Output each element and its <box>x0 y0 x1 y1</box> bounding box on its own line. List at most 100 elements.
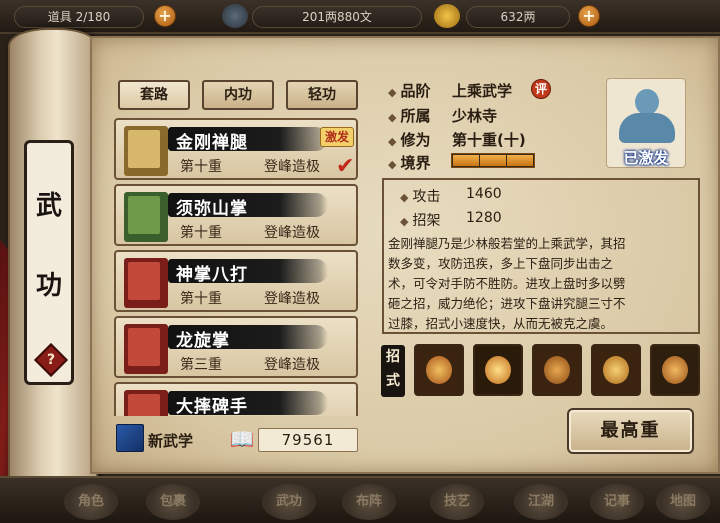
inventory-counter: 道具 2/180 <box>14 6 144 28</box>
skill-level: 第十重 <box>180 291 222 307</box>
rate-badge[interactable]: 评 <box>531 79 551 99</box>
inventory-label: 道具 <box>47 10 72 24</box>
sect-label: 所属 <box>400 107 431 125</box>
skill-grade: 登峰造极 <box>264 225 320 241</box>
skill-card[interactable]: 神掌八打 第十重 登峰造极 <box>114 250 358 312</box>
add-inventory-button[interactable]: + <box>154 5 176 27</box>
skill-level: 第十重 <box>180 225 222 241</box>
realm-label: 境界 <box>400 154 431 172</box>
parry-stat: ◆ 招架 1280 <box>400 210 502 230</box>
selected-check-icon: ✔ <box>336 154 355 179</box>
skill-book-icon <box>124 390 168 416</box>
kick-move-icon[interactable] <box>414 344 464 396</box>
skill-book-icon <box>124 192 168 242</box>
rank-label: 品阶 <box>400 82 431 100</box>
meditate-move-icon[interactable] <box>650 344 700 396</box>
silver-counter: 201两880文 <box>252 6 422 28</box>
nav-skills[interactable]: 技艺 <box>430 484 484 520</box>
gold-counter: 632两 <box>466 6 570 28</box>
tab-routines[interactable]: 套路 <box>118 80 190 110</box>
realm-row: ◆ 境界 <box>388 152 430 173</box>
gold-value: 632两 <box>500 10 536 24</box>
new-skill-label: 新武学 <box>148 432 194 450</box>
realm-segment <box>453 155 479 166</box>
description-line: 砸之招，威力绝伦；进攻下盘讲究腿三寸不 <box>388 296 626 311</box>
silver-icon <box>222 4 248 28</box>
skill-list[interactable]: 金刚禅腿 激发 第十重 登峰造极 ✔ 须弥山掌 第十重 登峰造极 神掌八打 第十… <box>114 118 359 416</box>
nav-journal[interactable]: 记事 <box>590 484 644 520</box>
skill-name: 龙旋掌 <box>176 331 230 351</box>
new-skill-book-icon <box>116 424 144 452</box>
diamond-bullet-icon: ◆ <box>388 158 397 171</box>
monk-head-icon <box>635 89 659 115</box>
cultivation-row: ◆ 修为 第十重(十) <box>388 129 526 150</box>
attack-value: 1460 <box>466 186 502 202</box>
sect-row: ◆ 所属 少林寺 <box>388 105 497 126</box>
nav-formation[interactable]: 布阵 <box>342 484 396 520</box>
rank-value: 上乘武学 <box>452 82 513 100</box>
nav-character[interactable]: 角色 <box>64 484 118 520</box>
skill-book-icon <box>124 126 168 176</box>
max-level-button[interactable]: 最高重 <box>567 408 694 454</box>
description-line: 数多变，攻防迅疾，多上下盘同步出击之 <box>388 256 614 271</box>
leap-move-icon[interactable] <box>532 344 582 396</box>
skill-card[interactable]: 大摔碑手 <box>114 382 358 416</box>
diamond-bullet-icon: ◆ <box>388 135 397 148</box>
moves-label: 招式 <box>381 345 405 397</box>
open-book-icon: 📖 <box>229 427 255 451</box>
skill-name: 须弥山掌 <box>176 199 248 219</box>
activated-badge: 激发 <box>320 127 354 147</box>
skill-grade: 登峰造极 <box>264 357 320 373</box>
stats-box: ◆ 攻击 1460 ◆ 招架 1280 <box>382 178 700 234</box>
section-title-char-1: 武 <box>35 191 62 221</box>
parry-label: 招架 <box>412 213 441 229</box>
realm-segment <box>507 155 533 166</box>
skill-level: 第十重 <box>180 159 222 175</box>
skill-book-icon <box>124 258 168 308</box>
skill-name: 金刚禅腿 <box>176 133 248 153</box>
gold-ingot-icon <box>434 4 460 28</box>
bottom-nav: 角色 包裹 武功 布阵 技艺 江湖 记事 地图 <box>0 476 720 523</box>
attack-stat: ◆ 攻击 1460 <box>400 186 502 206</box>
description-line: 术，可令对手防不胜防。进攻上盘时多以劈 <box>388 276 626 291</box>
silver-value: 201两880文 <box>302 10 372 24</box>
monk-body-icon <box>619 113 675 143</box>
diamond-bullet-icon: ◆ <box>388 111 397 124</box>
nav-bag[interactable]: 包裹 <box>146 484 200 520</box>
inventory-value: 2/180 <box>75 10 111 24</box>
add-gold-button[interactable]: + <box>578 5 600 27</box>
tab-inner-power[interactable]: 内功 <box>202 80 274 110</box>
spin-move-icon[interactable] <box>591 344 641 396</box>
fire-move-icon[interactable] <box>473 344 523 396</box>
skill-name: 大摔碑手 <box>176 397 248 416</box>
diamond-bullet-icon: ◆ <box>388 86 397 99</box>
skill-card[interactable]: 龙旋掌 第三重 登峰造极 <box>114 316 358 378</box>
sect-value: 少林寺 <box>452 107 498 125</box>
skill-grade: 登峰造极 <box>264 291 320 307</box>
cultivation-label: 修为 <box>400 131 431 149</box>
section-title-char-2: 功 <box>35 271 62 301</box>
nav-martial-arts[interactable]: 武功 <box>262 484 316 520</box>
skill-name: 神掌八打 <box>176 265 248 285</box>
description-line: 金刚禅腿乃是少林般若堂的上乘武学，其招 <box>388 236 626 251</box>
top-resource-bar: 道具 2/180 + 201两880文 632两 + <box>0 0 720 34</box>
nav-map[interactable]: 地图 <box>656 484 710 520</box>
description-line: 过膝，招式小速度快，从而无被克之虞。 <box>388 316 614 331</box>
diamond-bullet-icon: ◆ <box>400 191 409 204</box>
skill-card[interactable]: 金刚禅腿 激发 第十重 登峰造极 ✔ <box>114 118 358 180</box>
attack-label: 攻击 <box>412 189 441 205</box>
nav-jianghu[interactable]: 江湖 <box>514 484 568 520</box>
help-icon[interactable]: ? <box>34 343 68 377</box>
realm-progress-bar <box>451 153 535 168</box>
rank-row: ◆ 品阶 上乘武学 <box>388 80 512 101</box>
skill-card[interactable]: 须弥山掌 第十重 登峰造极 <box>114 184 358 246</box>
parry-value: 1280 <box>466 210 502 226</box>
section-title-panel: 武 功 ? <box>24 140 74 385</box>
tab-lightness[interactable]: 轻功 <box>286 80 358 110</box>
realm-segment <box>480 155 506 166</box>
activated-status: 已激发 <box>623 149 669 167</box>
skill-grade: 登峰造极 <box>264 159 320 175</box>
monk-portrait[interactable]: 已激发 <box>606 78 686 168</box>
diamond-bullet-icon: ◆ <box>400 215 409 228</box>
skill-description: 金刚禅腿乃是少林般若堂的上乘武学，其招 数多变，攻防迅疾，多上下盘同步出击之 术… <box>382 234 700 334</box>
